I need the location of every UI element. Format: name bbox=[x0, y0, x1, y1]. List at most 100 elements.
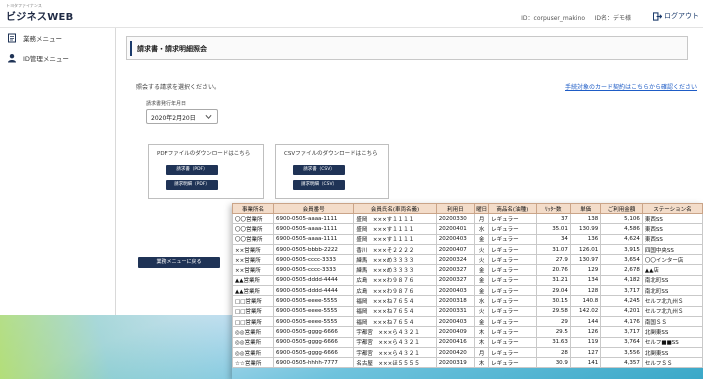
pdf-download-title: PDFファイルのダウンロードはこちら bbox=[157, 151, 251, 157]
table-cell: レギュラー bbox=[488, 212, 537, 225]
table-cell: 141 bbox=[569, 357, 602, 369]
table-row: 〇〇営業所 6900-0505-aaaa-1111 盛岡 ×××す１１１１ 20200… bbox=[232, 223, 703, 235]
invoice-pdf-button[interactable]: 請求書（PDF） bbox=[166, 165, 218, 175]
table-cell: 6900-0505-cccc-3333 bbox=[272, 254, 355, 266]
column-header: ご利用金額 bbox=[600, 203, 643, 214]
table-cell: 水 bbox=[474, 223, 490, 235]
table-cell: レギュラー bbox=[488, 274, 537, 287]
top-bar: トヨタファイナンス ビジネスWEB ID：corpuser_makino ID名… bbox=[0, 0, 703, 28]
table-cell: 6900-0505-eeee-5555 bbox=[272, 315, 355, 328]
table-cell: 南北町SS bbox=[641, 274, 703, 287]
table-cell: 20200416 bbox=[435, 336, 476, 348]
table-cell: レギュラー bbox=[488, 285, 537, 297]
table-cell: 20200331 bbox=[435, 305, 476, 317]
table-cell: ☆☆営業所 bbox=[232, 357, 274, 369]
table-cell: 3,717 bbox=[600, 326, 643, 338]
sidebar-item-label: 業務メニュー bbox=[23, 35, 62, 43]
logout-icon bbox=[653, 11, 662, 21]
column-header: 事業所名 bbox=[232, 203, 274, 214]
table-cell: 〇〇営業所 bbox=[232, 223, 274, 235]
table-cell: ▲▲店 bbox=[641, 264, 703, 276]
table-cell: 広島 ×××わ９８７６ bbox=[353, 274, 437, 287]
table-cell: 月 bbox=[474, 346, 490, 359]
table-cell: レギュラー bbox=[488, 336, 537, 348]
table-cell: 130.99 bbox=[569, 223, 602, 235]
table-cell: 金 bbox=[474, 264, 490, 276]
sidebar-item-id-management[interactable]: ID管理メニュー bbox=[0, 48, 115, 68]
invoice-csv-button[interactable]: 請求書（CSV） bbox=[293, 165, 345, 175]
table-cell: 北関東SS bbox=[641, 346, 703, 359]
table-cell: レギュラー bbox=[488, 233, 537, 245]
csv-download-title: CSVファイルのダウンロードはこちら bbox=[284, 151, 378, 157]
table-cell: 金 bbox=[474, 285, 490, 297]
table-cell: 6900-0505-bbbb-2222 bbox=[272, 243, 355, 256]
column-header: ステーション名 bbox=[641, 203, 703, 214]
table-cell: ◎◎営業所 bbox=[232, 346, 274, 359]
column-header: 商品名(油種) bbox=[488, 203, 537, 214]
table-cell: 水 bbox=[474, 295, 490, 307]
table-cell: 東西SS bbox=[641, 212, 703, 225]
statement-csv-button[interactable]: 請求明細（CSV） bbox=[293, 180, 345, 190]
table-cell: 宇都宮 ×××ら４３２１ bbox=[353, 326, 437, 338]
table-cell: □□営業所 bbox=[232, 305, 274, 317]
table-cell: 4,176 bbox=[600, 315, 643, 328]
logout-label: ログアウト bbox=[664, 12, 699, 20]
table-header-row: 事業所名 会員番号 会員氏名(車両名義) 利用日 曜日 商品名(油種) ﾘｯﾀｰ… bbox=[232, 203, 703, 214]
table-cell: 練馬 ×××め３３３３ bbox=[353, 254, 437, 266]
column-header: 単価 bbox=[569, 203, 602, 214]
table-cell: 6900-0505-aaaa-1111 bbox=[272, 212, 355, 225]
table-cell: 6900-0505-cccc-3333 bbox=[272, 264, 355, 276]
table-cell: 29.58 bbox=[535, 305, 571, 317]
table-cell: レギュラー bbox=[488, 295, 537, 307]
table-cell: レギュラー bbox=[488, 243, 537, 256]
table-cell: 126.01 bbox=[569, 243, 602, 256]
table-cell: 29 bbox=[535, 315, 571, 328]
logout-link[interactable]: ログアウト bbox=[653, 11, 699, 21]
table-cell: 盛岡 ×××す１１１１ bbox=[353, 212, 437, 225]
table-row: ▲▲営業所 6900-0505-dddd-4444 広島 ×××わ９８７６ 20200… bbox=[232, 274, 703, 287]
table-cell: 6900-0505-aaaa-1111 bbox=[272, 223, 355, 235]
chevron-down-icon bbox=[205, 114, 212, 120]
table-cell: 宇都宮 ×××ら４３２１ bbox=[353, 336, 437, 348]
table-cell: 火 bbox=[474, 254, 490, 266]
table-cell: 3,556 bbox=[600, 346, 643, 359]
table-cell: 20200409 bbox=[435, 326, 476, 338]
table-cell: 四国中央SS bbox=[641, 243, 703, 256]
sidebar-item-business-menu[interactable]: 業務メニュー bbox=[0, 28, 115, 48]
table-cell: 20200327 bbox=[435, 264, 476, 276]
table-cell: 134 bbox=[569, 274, 602, 287]
column-header: 利用日 bbox=[435, 203, 476, 214]
back-to-menu-button[interactable]: 業務メニューに戻る bbox=[138, 257, 220, 268]
table-cell: 20200324 bbox=[435, 254, 476, 266]
table-cell: 4,182 bbox=[600, 274, 643, 287]
table-cell: レギュラー bbox=[488, 223, 537, 235]
table-row: 〇〇営業所 6900-0505-aaaa-1111 盛岡 ×××す１１１１ 20200… bbox=[232, 212, 703, 225]
table-row: ▲▲営業所 6900-0505-dddd-4444 広島 ×××わ９８７６ 20200… bbox=[232, 285, 703, 297]
table-cell: ××営業所 bbox=[232, 264, 274, 276]
issue-date-select[interactable]: 2020年2月20日 bbox=[146, 109, 218, 124]
statement-pdf-button[interactable]: 請求明細（PDF） bbox=[166, 180, 218, 190]
table-cell: ××営業所 bbox=[232, 254, 274, 266]
table-cell: 北関東SS bbox=[641, 326, 703, 338]
card-contract-link[interactable]: 手続対象のカード契約はこちらから確認ください bbox=[565, 82, 697, 91]
table-cell: 31.07 bbox=[535, 243, 571, 256]
table-cell: 30.15 bbox=[535, 295, 571, 307]
table-cell: 20200319 bbox=[435, 357, 476, 369]
app-logo: ビジネスWEB bbox=[6, 12, 74, 23]
table-cell: 福岡 ×××ね７６５４ bbox=[353, 295, 437, 307]
sidebar-item-label: ID管理メニュー bbox=[23, 55, 69, 63]
table-cell: 〇〇営業所 bbox=[232, 233, 274, 245]
table-cell: 東西SS bbox=[641, 223, 703, 235]
table-cell: 広島 ×××わ９８７６ bbox=[353, 285, 437, 297]
table-cell: 20200403 bbox=[435, 285, 476, 297]
table-cell: ××営業所 bbox=[232, 243, 274, 256]
table-cell: レギュラー bbox=[488, 264, 537, 276]
table-cell: 30.9 bbox=[535, 357, 571, 369]
table-cell: 盛岡 ×××す１１１１ bbox=[353, 223, 437, 235]
table-cell: 福岡 ×××ね７６５４ bbox=[353, 315, 437, 328]
table-cell: 木 bbox=[474, 326, 490, 338]
table-cell: レギュラー bbox=[488, 315, 537, 328]
table-cell: 37 bbox=[535, 212, 571, 225]
page-title: 請求書・請求明細照会 bbox=[137, 45, 207, 53]
table-cell: 20.76 bbox=[535, 264, 571, 276]
